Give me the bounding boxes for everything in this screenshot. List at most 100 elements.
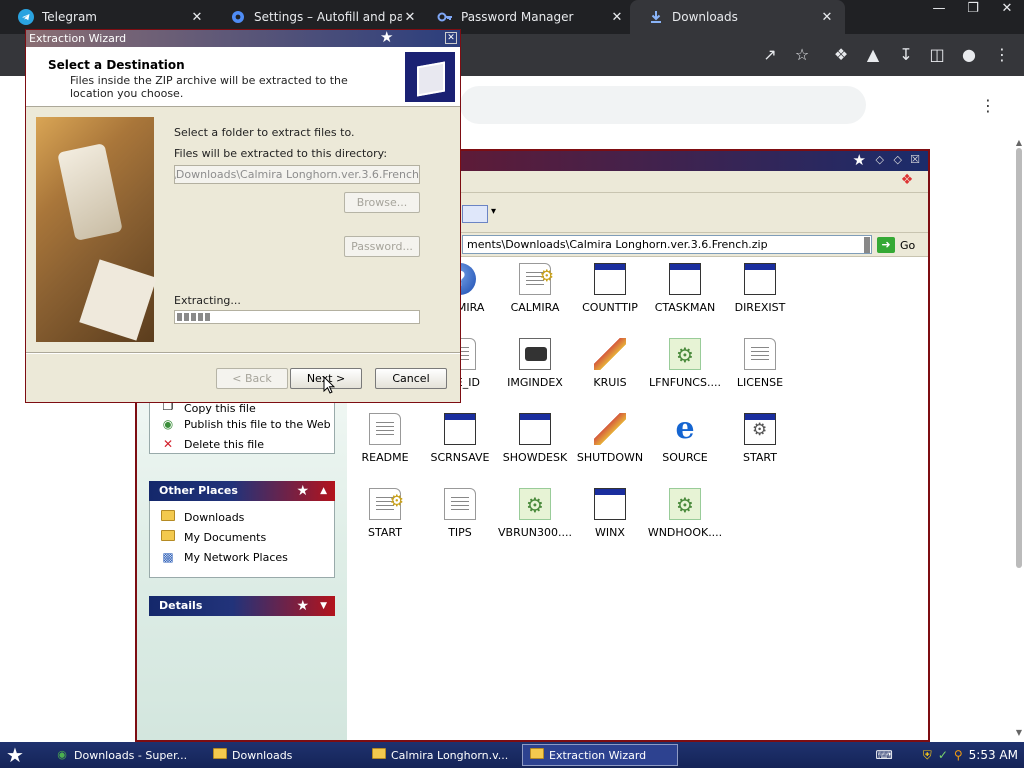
side-panel-icon[interactable]: ◫ (926, 44, 948, 66)
app-icon (519, 413, 551, 445)
extensions-icon[interactable]: ❖ (830, 44, 852, 66)
tab-close-icon[interactable]: ✕ (819, 10, 835, 25)
scrollbar-thumb[interactable] (1016, 148, 1022, 568)
window-controls: — ❐ ✕ (922, 0, 1024, 20)
file-item[interactable]: KRUIS (570, 338, 650, 410)
file-item[interactable]: DIREXIST (720, 263, 800, 335)
file-item[interactable]: SCRNSAVE (420, 413, 500, 485)
star-icon[interactable]: ☆ (791, 44, 813, 66)
file-name: WINX (595, 526, 625, 539)
tab-close-icon[interactable]: ✕ (189, 10, 205, 25)
progress-fill (177, 313, 211, 321)
directory-label: Files will be extracted to this director… (174, 147, 388, 160)
close-icon[interactable]: ☒ (910, 153, 920, 166)
address-input[interactable]: ments\Downloads\Calmira Longhorn.ver.3.6… (462, 235, 872, 254)
more-menu-icon[interactable]: ⋮ (980, 96, 996, 115)
address-dropdown[interactable] (864, 237, 870, 253)
collapse-icon[interactable]: ▲ (320, 481, 327, 501)
go-button[interactable]: ➜ Go (877, 236, 915, 254)
download-icon[interactable]: ↧ (895, 44, 917, 66)
file-item[interactable]: TIPS (420, 488, 500, 560)
folder-icon (212, 748, 228, 762)
file-item[interactable]: e SOURCE (645, 413, 725, 485)
file-item[interactable]: COUNTTIP (570, 263, 650, 335)
keyboard-icon[interactable]: ⌨ (875, 748, 892, 762)
flask-icon[interactable]: ▲ (862, 44, 884, 66)
close-icon[interactable]: ✕ (990, 0, 1024, 20)
file-item[interactable]: SHOWDESK (495, 413, 575, 485)
start-button[interactable]: ★ (6, 742, 24, 768)
folder-zip-icon (371, 748, 387, 762)
place-my-documents[interactable]: My Documents (150, 527, 334, 547)
other-places-panel: Downloads My Documents ▩ My Network Plac… (149, 501, 335, 578)
file-item[interactable]: WINX (570, 488, 650, 560)
file-item[interactable]: LFNFUNCS.... (645, 338, 725, 410)
file-name: SOURCE (662, 451, 708, 464)
other-places-header[interactable]: Other Places ★ ▲ (149, 481, 335, 501)
file-name: README (361, 451, 409, 464)
file-name: START (368, 526, 402, 539)
back-button[interactable]: < Back (216, 368, 288, 389)
scroll-up-icon[interactable]: ▲ (1016, 138, 1022, 147)
tab-close-icon[interactable]: ✕ (609, 10, 625, 25)
file-item[interactable]: SHUTDOWN (570, 413, 650, 485)
downloads-search[interactable] (460, 86, 866, 124)
text-doc-icon (369, 413, 401, 445)
tab-close-icon[interactable]: ✕ (402, 10, 418, 25)
close-icon[interactable]: ✕ (445, 32, 457, 44)
file-item[interactable]: CALMIRA (495, 263, 575, 335)
publish-file-link[interactable]: ◉ Publish this file to the Web (150, 414, 334, 434)
taskbar: ★ ◉ Downloads - Super... Downloads Calmi… (0, 742, 1024, 768)
details-header[interactable]: Details ★ ▼ (149, 596, 335, 616)
scroll-down-icon[interactable]: ▼ (1016, 728, 1022, 737)
minimize-icon[interactable]: ◇ (876, 153, 884, 166)
file-name: LICENSE (736, 376, 784, 389)
copy-file-link[interactable]: ❐ Copy this file (150, 402, 334, 414)
taskbar-label: Downloads (232, 748, 293, 762)
file-name: DIREXIST (734, 301, 786, 314)
menu-icon[interactable]: ⋮ (991, 44, 1013, 66)
taskbar-item-calmira-zip[interactable]: Calmira Longhorn.v... (365, 744, 521, 766)
search-icon[interactable]: ⚲ (954, 748, 963, 762)
divider (26, 352, 460, 354)
file-item[interactable]: README (345, 413, 425, 485)
profile-icon[interactable]: ● (958, 44, 980, 66)
file-item[interactable]: START (345, 488, 425, 560)
delete-file-link[interactable]: ✕ Delete this file (150, 434, 334, 454)
file-item[interactable]: IMGINDEX (495, 338, 575, 410)
wizard-heading: Select a Destination (48, 58, 185, 72)
network-icon[interactable]: ✓ (938, 748, 948, 762)
expand-icon[interactable]: ▼ (320, 596, 327, 616)
go-arrow-icon: ➜ (877, 237, 895, 253)
restore-icon[interactable]: ❐ (956, 0, 990, 20)
shield-icon[interactable]: ⛨ (923, 748, 932, 763)
share-icon[interactable]: ↗ (759, 44, 781, 66)
cancel-button[interactable]: Cancel (375, 368, 447, 389)
views-button[interactable] (462, 205, 496, 223)
tab-downloads[interactable]: Downloads ✕ (630, 0, 845, 34)
place-downloads[interactable]: Downloads (150, 507, 334, 527)
panel-title: Details (159, 599, 203, 612)
place-network[interactable]: ▩ My Network Places (150, 547, 334, 567)
star-icon: ★ (852, 151, 866, 169)
file-item[interactable]: WNDHOOK.... (645, 488, 725, 560)
destination-path-field: C:\Documents and Settings\User\My Docume… (174, 165, 420, 184)
taskbar-item-chrome[interactable]: ◉ Downloads - Super... (48, 744, 204, 766)
file-item[interactable]: LICENSE (720, 338, 800, 410)
taskbar-label: Calmira Longhorn.v... (391, 748, 509, 762)
taskbar-item-extraction-wizard[interactable]: Extraction Wizard (522, 744, 678, 766)
taskbar-item-downloads[interactable]: Downloads (206, 744, 362, 766)
file-item[interactable]: START (720, 413, 800, 485)
star-icon: ★ (380, 28, 394, 46)
file-item[interactable]: VBRUN300.... (495, 488, 575, 560)
extraction-wizard-dialog: Extraction Wizard ★ ✕ Select a Destinati… (25, 29, 461, 403)
file-name: TIPS (448, 526, 472, 539)
browse-button[interactable]: Browse... (344, 192, 420, 213)
wizard-titlebar[interactable]: Extraction Wizard ★ ✕ (26, 28, 460, 47)
password-button[interactable]: Password... (344, 236, 420, 257)
config-icon (519, 263, 554, 295)
clock: 5:53 AM (968, 748, 1018, 762)
file-item[interactable]: CTASKMAN (645, 263, 725, 335)
minimize-icon[interactable]: — (922, 0, 956, 20)
maximize-icon[interactable]: ◇ (894, 153, 902, 166)
